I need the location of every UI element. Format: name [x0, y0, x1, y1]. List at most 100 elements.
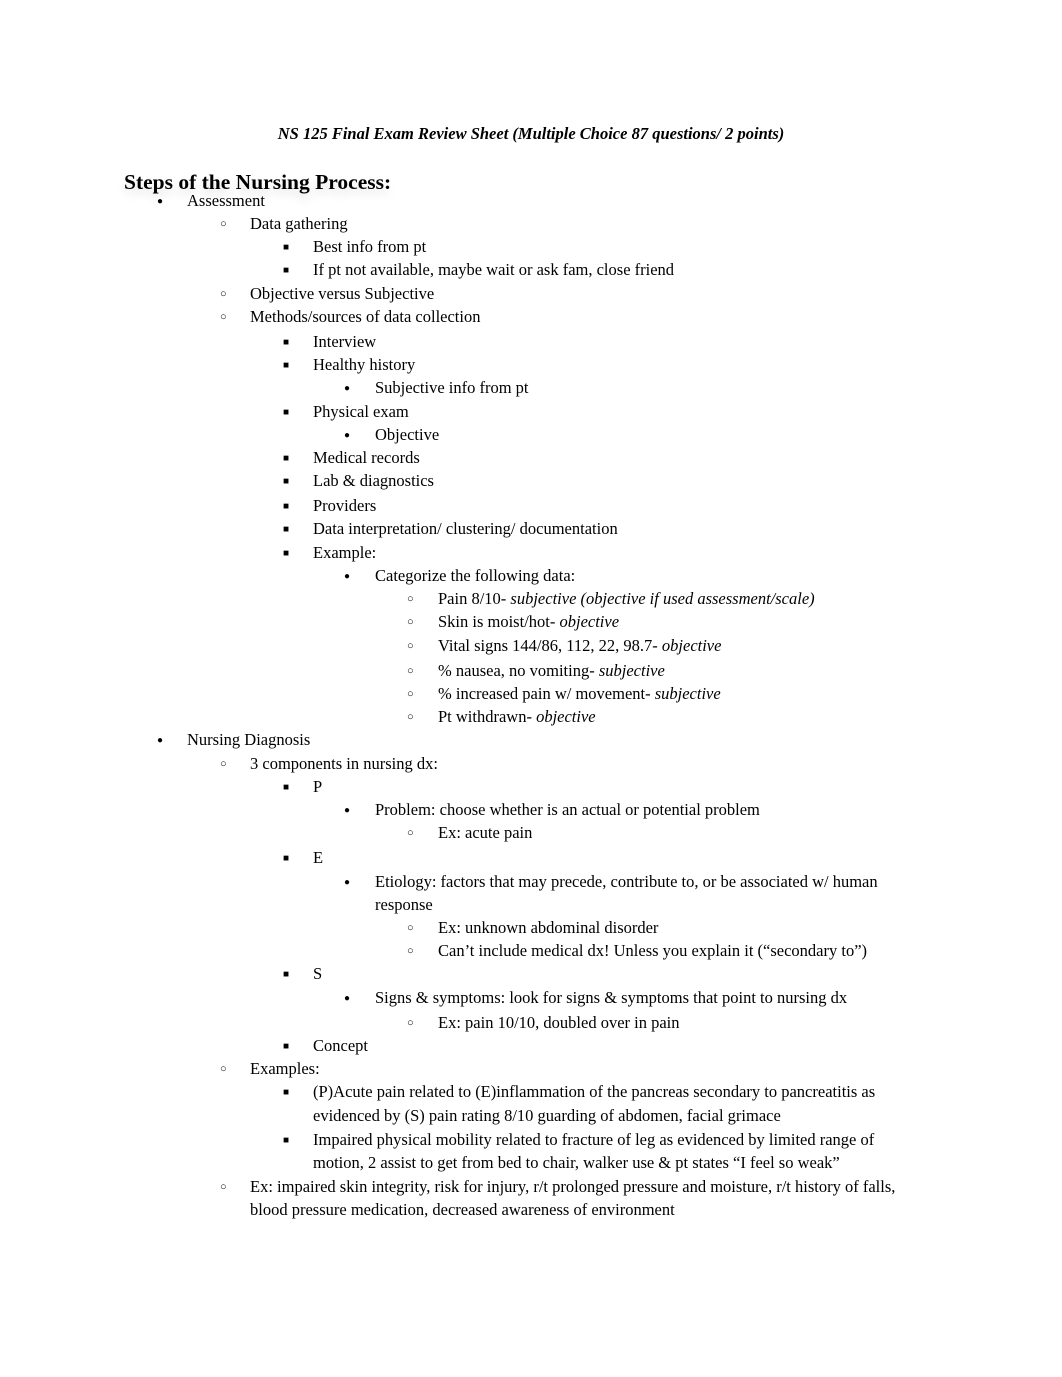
list-item-level-4: Ex: acute pain: [438, 821, 532, 844]
list-item-level-2: S: [313, 962, 322, 985]
list-item-level-0: Assessment: [187, 189, 265, 212]
list-item-text: Nursing Diagnosis: [187, 730, 311, 749]
square-bullet-icon: [283, 353, 289, 377]
list-item-text: Objective versus Subjective: [250, 284, 435, 303]
list-item-level-3: Objective: [375, 423, 439, 446]
list-item-text: Categorize the following data:: [375, 566, 576, 585]
square-bullet-icon: [283, 775, 289, 799]
square-bullet-icon: [283, 962, 289, 986]
list-item-text: % increased pain w/ movement-: [438, 684, 655, 703]
list-item-level-2: (P)Acute pain related to (E)inflammation…: [313, 1080, 875, 1103]
list-item-level-2: Lab & diagnostics: [313, 469, 434, 492]
list-item-level-3: Categorize the following data:: [375, 564, 575, 587]
document-page: NS 125 Final Exam Review Sheet (Multiple…: [0, 0, 1062, 1377]
square-bullet-icon: [283, 1128, 289, 1152]
list-item-level-3: Problem: choose whether is an actual or …: [375, 798, 760, 821]
list-item-text: Pain 8/10-: [438, 589, 511, 608]
list-item-level-2: Data interpretation/ clustering/ documen…: [313, 517, 618, 540]
list-item-text: Data gathering: [250, 214, 348, 233]
square-bullet-icon: [283, 846, 289, 870]
list-item-text: Vital signs 144/86, 112, 22, 98.7-: [438, 636, 662, 655]
disc-bullet-icon: [344, 564, 350, 588]
circle-bullet-icon: [407, 705, 414, 729]
list-item-level-1: Objective versus Subjective: [250, 282, 434, 305]
list-item-text: Can’t include medical dx! Unless you exp…: [438, 941, 868, 960]
list-item-level-0: Nursing Diagnosis: [187, 728, 310, 751]
square-bullet-icon: [283, 446, 289, 470]
list-item-level-4: % increased pain w/ movement- subjective: [438, 682, 721, 705]
list-item-level-1: Data gathering: [250, 212, 348, 235]
list-item-level-2: Healthy history: [313, 353, 415, 376]
circle-bullet-icon: [407, 1011, 414, 1035]
list-item-level-2: Physical exam: [313, 400, 409, 423]
list-item-text: Best info from pt: [313, 237, 427, 256]
disc-bullet-icon: [344, 423, 350, 447]
list-item-text: Skin is moist/hot-: [438, 612, 560, 631]
list-item-level-3: Subjective info from pt: [375, 376, 529, 399]
list-item-text: Examples:: [250, 1059, 320, 1078]
square-bullet-icon: [283, 494, 289, 518]
list-item-level-3: Signs & symptoms: look for signs & sympt…: [375, 986, 847, 1009]
list-item-text: 3 components in nursing dx:: [250, 754, 438, 773]
list-item-text: P: [313, 777, 323, 796]
list-item-text: If pt not available, maybe wait or ask f…: [313, 260, 675, 279]
circle-bullet-icon: [407, 610, 414, 634]
list-item-level-4: Ex: pain 10/10, doubled over in pain: [438, 1011, 680, 1034]
list-item-level-1: Ex: impaired skin integrity, risk for in…: [250, 1175, 895, 1198]
square-bullet-icon: [283, 235, 289, 259]
list-item-text: E: [313, 848, 324, 867]
circle-bullet-icon: [407, 916, 414, 940]
square-bullet-icon: [283, 1034, 289, 1058]
list-item-text: (P)Acute pain related to (E)inflammation…: [313, 1082, 876, 1101]
list-item-text: Objective: [375, 425, 440, 444]
list-item-text: Lab & diagnostics: [313, 471, 434, 490]
list-item-level-2: Impaired physical mobility related to fr…: [313, 1128, 874, 1151]
list-item-level-4: Ex: unknown abdominal disorder: [438, 916, 658, 939]
circle-bullet-icon: [220, 1057, 227, 1081]
list-item-annotation: objective: [559, 612, 620, 631]
square-bullet-icon: [283, 330, 289, 354]
list-item-text: Ex: unknown abdominal disorder: [438, 918, 659, 937]
list-item-level-2: Medical records: [313, 446, 420, 469]
list-item-annotation: objective: [536, 707, 596, 726]
list-item-text: Concept: [313, 1036, 368, 1055]
list-item-text: Providers: [313, 496, 377, 515]
list-item-text: Healthy history: [313, 355, 416, 374]
list-item-level-2: motion, 2 assist to get from bed to chai…: [313, 1151, 840, 1174]
list-item-text: Ex: impaired skin integrity, risk for in…: [250, 1177, 896, 1196]
disc-bullet-icon: [344, 986, 350, 1010]
list-item-level-1: Methods/sources of data collection: [250, 305, 480, 328]
circle-bullet-icon: [407, 659, 414, 683]
list-item-text: Etiology: factors that may precede, cont…: [375, 872, 878, 891]
list-item-level-2: If pt not available, maybe wait or ask f…: [313, 258, 674, 281]
disc-bullet-icon: [344, 376, 350, 400]
list-item-text: blood pressure medication, decreased awa…: [250, 1200, 675, 1219]
list-item-level-1: 3 components in nursing dx:: [250, 752, 438, 775]
list-item-level-2: evidenced by (S) pain rating 8/10 guardi…: [313, 1104, 781, 1127]
list-item-level-4: Pt withdrawn- objective: [438, 705, 596, 728]
disc-bullet-icon: [157, 189, 163, 213]
list-item-level-4: Vital signs 144/86, 112, 22, 98.7- objec…: [438, 634, 721, 657]
circle-bullet-icon: [407, 939, 414, 963]
list-item-level-2: P: [313, 775, 322, 798]
list-item-level-1: blood pressure medication, decreased awa…: [250, 1198, 675, 1221]
list-item-annotation: subjective (objective if used assessment…: [510, 589, 815, 608]
circle-bullet-icon: [220, 1175, 227, 1199]
list-item-text: Ex: pain 10/10, doubled over in pain: [438, 1013, 680, 1032]
list-item-text: Data interpretation/ clustering/ documen…: [313, 519, 618, 538]
list-item-level-2: Interview: [313, 330, 376, 353]
square-bullet-icon: [283, 541, 289, 565]
list-item-level-4: % nausea, no vomiting- subjective: [438, 659, 665, 682]
square-bullet-icon: [283, 517, 289, 541]
square-bullet-icon: [283, 1080, 289, 1104]
list-item-text: S: [313, 964, 323, 983]
list-item-text: Signs & symptoms: look for signs & sympt…: [375, 988, 848, 1007]
list-item-level-1: Examples:: [250, 1057, 320, 1080]
list-item-level-4: Pain 8/10- subjective (objective if used…: [438, 587, 815, 610]
disc-bullet-icon: [344, 870, 350, 894]
list-item-text: Example:: [313, 543, 377, 562]
document-title: NS 125 Final Exam Review Sheet (Multiple…: [277, 124, 785, 143]
circle-bullet-icon: [220, 305, 227, 329]
list-item-text: Subjective info from pt: [375, 378, 529, 397]
list-item-level-4: Skin is moist/hot- objective: [438, 610, 619, 633]
